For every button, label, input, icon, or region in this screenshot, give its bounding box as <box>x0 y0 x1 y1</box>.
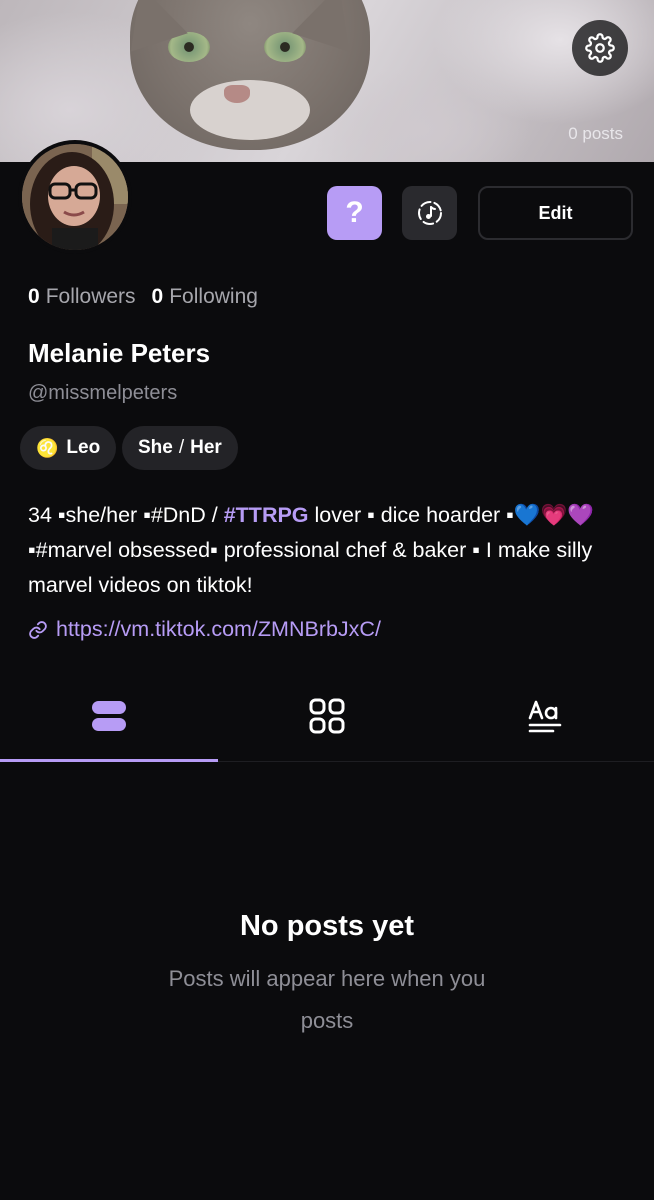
pronouns-chip: She / Her <box>122 426 238 470</box>
grid-icon <box>309 698 345 733</box>
cat-eye-right <box>264 32 306 62</box>
profile-link-url: https://vm.tiktok.com/ZMNBrbJxC/ <box>56 617 381 641</box>
profile-link[interactable]: https://vm.tiktok.com/ZMNBrbJxC/ <box>28 617 381 642</box>
question-button[interactable]: ? <box>327 186 382 240</box>
empty-state-subtitle: Posts will appear here when you posts <box>168 966 486 1033</box>
avatar-portrait <box>22 144 128 250</box>
avatar[interactable] <box>18 140 132 254</box>
followers-label: Followers <box>45 285 136 308</box>
profile-tabs <box>0 670 654 762</box>
tiktok-music-button[interactable] <box>402 186 457 240</box>
pronoun-separator: / <box>178 437 185 458</box>
cat-muzzle <box>190 80 310 140</box>
cat-nose <box>224 85 250 103</box>
question-label: ? <box>345 196 364 229</box>
bio-hashtag-link[interactable]: #TTRPG <box>224 503 309 527</box>
following-stat[interactable]: 0 Following <box>152 285 258 309</box>
follow-stats: 0 Followers 0 Following <box>28 285 258 309</box>
pronoun-she: She <box>138 437 173 458</box>
text-format-icon <box>528 700 562 732</box>
list-icon <box>92 700 126 731</box>
pronoun-her: Her <box>190 437 222 458</box>
tab-grid[interactable] <box>218 670 436 761</box>
cover-photo: 0 posts <box>0 0 654 162</box>
posts-count: 0 posts <box>568 124 623 143</box>
followers-stat[interactable]: 0 Followers <box>28 285 136 309</box>
zodiac-chip: ♌ Leo <box>20 426 117 470</box>
tab-posts-list[interactable] <box>0 670 218 762</box>
followers-count: 0 <box>28 285 40 308</box>
bio-text-start: 34 ▪she/her ▪#DnD / <box>28 503 224 527</box>
following-count: 0 <box>151 285 164 308</box>
following-label: Following <box>169 285 258 308</box>
tab-text[interactable] <box>436 670 654 761</box>
link-icon <box>29 620 47 639</box>
profile-handle: @missmelpeters <box>28 382 178 404</box>
profile-bio: 34 ▪she/her ▪#DnD / #TTRPG lover ▪ dice … <box>28 498 634 603</box>
settings-button[interactable] <box>572 20 628 76</box>
leo-icon: ♌ <box>36 437 59 458</box>
gear-icon <box>585 33 615 63</box>
avatar-photo <box>22 144 128 250</box>
edit-profile-button[interactable]: Edit <box>478 186 633 240</box>
profile-name: Melanie Peters <box>28 338 211 368</box>
empty-state-title: No posts yet <box>239 910 415 942</box>
zodiac-label: Leo <box>66 437 101 458</box>
tiktok-music-icon <box>417 201 442 225</box>
